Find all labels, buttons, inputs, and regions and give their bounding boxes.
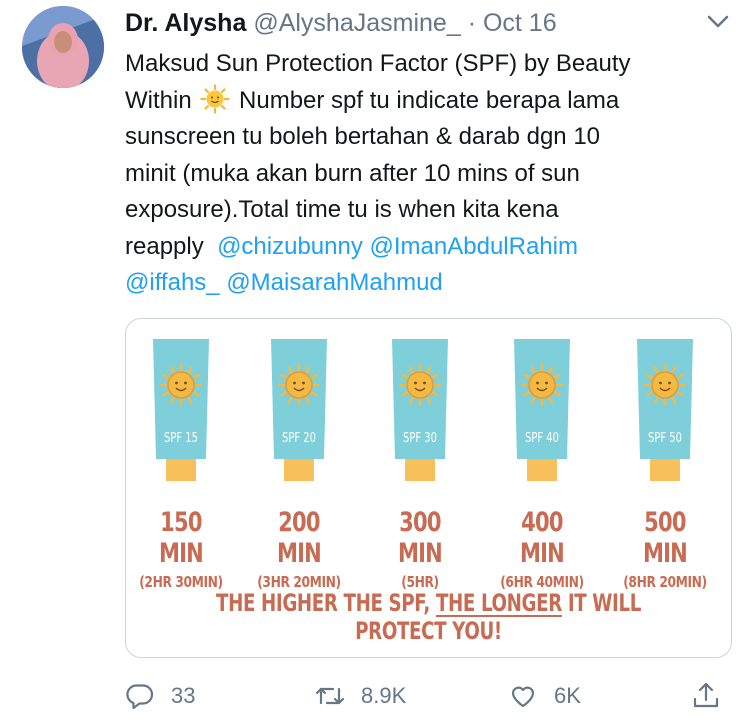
heart-icon — [511, 686, 535, 708]
sunscreen-tube: SPF 20 — [271, 339, 327, 481]
protect-slogan: THE HIGHER THE SPF, THE LONGER IT WILL P… — [199, 589, 659, 645]
tweet-line-part: Number spf tu indicate berapa lama — [239, 86, 620, 114]
spf-label: SPF 30 — [403, 431, 437, 446]
spf-duration: 400 MIN (6HR 40MIN) — [487, 507, 597, 591]
tube-cap — [166, 459, 196, 481]
tweet-line-part: Within — [125, 86, 192, 114]
spf-duration: 200 MIN (3HR 20MIN) — [244, 507, 354, 591]
slogan-underlined: THE LONGER — [435, 589, 562, 617]
duration-minutes: 300 MIN — [397, 507, 443, 569]
tweet-line: Maksud Sun Protection Factor (SPF) by Be… — [125, 50, 631, 77]
author-name[interactable]: Dr. Alysha — [125, 9, 246, 37]
sunscreen-tubes: SPF 15 SPF 20 SPF 30 SPF 40 SPF 50 — [153, 339, 693, 481]
share-button[interactable] — [691, 676, 737, 716]
retweet-count: 8.9K — [361, 683, 407, 708]
sunscreen-tube: SPF 30 — [392, 339, 448, 481]
reply-button[interactable]: 33 — [125, 676, 195, 716]
like-button[interactable]: 6K — [508, 676, 581, 716]
spf-label: SPF 20 — [282, 431, 316, 446]
tweet-line: @iffahs_ @MaisarahMahmud — [125, 265, 731, 302]
avatar[interactable] — [22, 6, 104, 88]
duration-minutes: 150 MIN — [158, 507, 204, 569]
tweet-line: reapply @chizubunny @ImanAbdulRahim — [125, 229, 731, 266]
tweet-actions: 33 8.9K 6K — [125, 676, 731, 716]
tweet-text: Maksud Sun Protection Factor (SPF) by Be… — [125, 46, 731, 302]
mention-link[interactable]: @ImanAbdulRahim — [370, 233, 578, 260]
duration-minutes: 200 MIN — [276, 507, 322, 569]
retweet-button[interactable]: 8.9K — [315, 676, 406, 716]
tube-cap — [405, 459, 435, 481]
tweet-date[interactable]: Oct 16 — [483, 9, 557, 37]
like-count: 6K — [554, 683, 581, 708]
sunscreen-tube: SPF 40 — [514, 339, 570, 481]
media-card[interactable]: SPF 15 SPF 20 SPF 30 SPF 40 SPF 50 150 MIN (… — [125, 318, 732, 658]
spf-duration: 150 MIN (2HR 30MIN) — [126, 507, 236, 591]
sunscreen-tube: SPF 50 — [637, 339, 693, 481]
tweet-line: sunscreen tu boleh bertahan & darab dgn … — [125, 123, 601, 150]
retweet-icon — [315, 687, 345, 705]
tweet-line-part: reapply — [125, 232, 204, 260]
tweet-line: exposure).Total time tu is when kita ken… — [125, 196, 559, 223]
tube-cap — [284, 459, 314, 481]
meta-separator: · — [467, 9, 477, 37]
tube-cap — [527, 459, 557, 481]
duration-minutes: 500 MIN — [642, 507, 688, 569]
author-handle[interactable]: @AlyshaJasmine_ — [253, 9, 460, 37]
sun-emoji-icon — [200, 83, 230, 114]
spf-duration: 300 MIN (5HR) — [365, 507, 475, 591]
tweet-header: Dr. Alysha @AlyshaJasmine_ · Oct 16 — [125, 6, 731, 40]
spf-label: SPF 50 — [648, 431, 682, 446]
spf-label: SPF 15 — [164, 431, 198, 446]
tweet-line: Within Number spf tu indicate berapa lam… — [125, 83, 731, 120]
sunscreen-tube: SPF 15 — [153, 339, 209, 481]
spf-label: SPF 40 — [525, 431, 559, 446]
reply-count: 33 — [171, 683, 196, 708]
chevron-down-icon[interactable] — [705, 8, 731, 34]
duration-minutes: 400 MIN — [519, 507, 565, 569]
share-icon — [693, 682, 719, 708]
slogan-part: THE HIGHER THE SPF, — [216, 589, 430, 617]
mention-link[interactable]: @chizubunny — [217, 233, 363, 260]
reply-icon — [126, 684, 154, 710]
spf-duration: 500 MIN (8HR 20MIN) — [610, 507, 720, 591]
tweet-line: minit (muka akan burn after 10 mins of s… — [125, 159, 580, 187]
mention-link[interactable]: @iffahs_ — [125, 269, 220, 296]
tube-cap — [650, 459, 680, 481]
mention-link[interactable]: @MaisarahMahmud — [226, 269, 442, 296]
